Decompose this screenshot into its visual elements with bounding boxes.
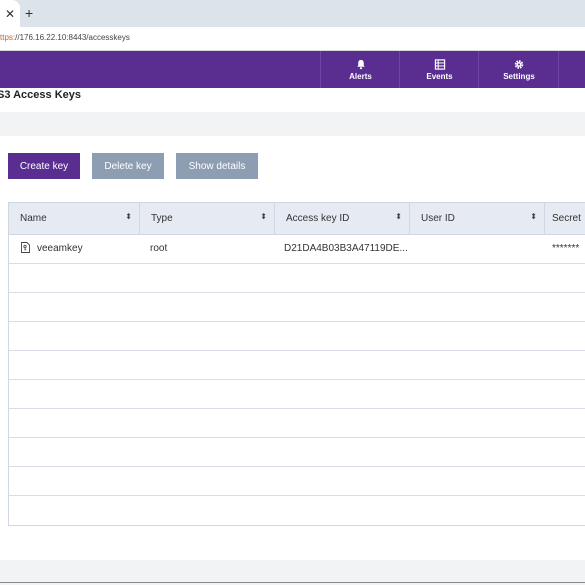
column-header-secret-label: Secret xyxy=(552,213,581,224)
column-header-access-key-id[interactable]: Access key ID ⬍ xyxy=(275,203,410,234)
url-scheme: ttps: xyxy=(0,33,16,42)
top-navbar: Alerts Events Settings xyxy=(0,51,585,88)
sort-icon[interactable]: ⬍ xyxy=(260,213,267,221)
column-header-type-label: Type xyxy=(151,213,173,224)
bell-icon xyxy=(356,59,365,69)
nav-events[interactable]: Events xyxy=(399,51,479,88)
column-header-type[interactable]: Type ⬍ xyxy=(140,203,275,234)
row-secret: ******* xyxy=(552,243,580,254)
new-tab-button[interactable]: + xyxy=(25,5,33,21)
column-header-access-key-id-label: Access key ID xyxy=(286,213,350,224)
column-header-name-label: Name xyxy=(20,213,47,224)
row-name: veeamkey xyxy=(37,243,83,254)
access-keys-panel: Create key Delete key Show details Name … xyxy=(0,136,585,560)
sort-icon[interactable]: ⬍ xyxy=(395,213,402,221)
key-file-icon xyxy=(21,242,30,253)
delete-key-button[interactable]: Delete key xyxy=(92,153,164,179)
url-text[interactable]: ttps://176.16.22.10:8443/accesskeys xyxy=(0,33,130,42)
table-row-empty xyxy=(9,351,585,380)
column-header-secret[interactable]: Secret xyxy=(545,203,585,234)
nav-events-label: Events xyxy=(426,71,453,81)
close-icon[interactable]: ✕ xyxy=(5,8,15,20)
column-header-name[interactable]: Name ⬍ xyxy=(9,203,140,234)
browser-tab[interactable]: ✕ xyxy=(0,0,20,27)
nav-settings-label: Settings xyxy=(503,71,535,81)
row-type: root xyxy=(150,243,168,254)
gear-icon xyxy=(514,59,524,69)
create-key-button[interactable]: Create key xyxy=(8,153,80,179)
nav-alerts[interactable]: Alerts xyxy=(320,51,400,88)
url-path: //176.16.22.10:8443/accesskeys xyxy=(15,33,130,42)
table-row-empty xyxy=(9,438,585,467)
column-header-user-id-label: User ID xyxy=(421,213,455,224)
table-row[interactable]: veeamkey root D21DA4B03B3A47119DE... ***… xyxy=(9,235,585,264)
table-row-empty xyxy=(9,409,585,438)
column-header-user-id[interactable]: User ID ⬍ xyxy=(410,203,545,234)
table-row-empty xyxy=(9,467,585,496)
row-access-key-id: D21DA4B03B3A47119DE... xyxy=(284,243,408,254)
access-keys-table: Name ⬍ Type ⬍ Access key ID ⬍ User ID ⬍ … xyxy=(8,202,585,526)
nav-settings[interactable]: Settings xyxy=(478,51,559,88)
table-row-empty xyxy=(9,322,585,351)
sort-icon[interactable]: ⬍ xyxy=(530,213,537,221)
nav-alerts-label: Alerts xyxy=(349,71,372,81)
divider xyxy=(0,582,585,583)
table-row-empty xyxy=(9,264,585,293)
address-bar[interactable]: ttps://176.16.22.10:8443/accesskeys xyxy=(0,27,585,51)
browser-tab-bar: ✕ + xyxy=(0,0,585,27)
table-row-empty xyxy=(9,380,585,409)
page-title: S3 Access Keys xyxy=(0,89,81,101)
page-header: S3 Access Keys xyxy=(0,88,585,112)
table-row-empty xyxy=(9,293,585,322)
nav-more[interactable] xyxy=(558,51,585,88)
list-icon xyxy=(434,58,445,70)
sort-icon[interactable]: ⬍ xyxy=(125,213,132,221)
show-details-button[interactable]: Show details xyxy=(176,153,258,179)
table-header: Name ⬍ Type ⬍ Access key ID ⬍ User ID ⬍ … xyxy=(9,203,585,235)
